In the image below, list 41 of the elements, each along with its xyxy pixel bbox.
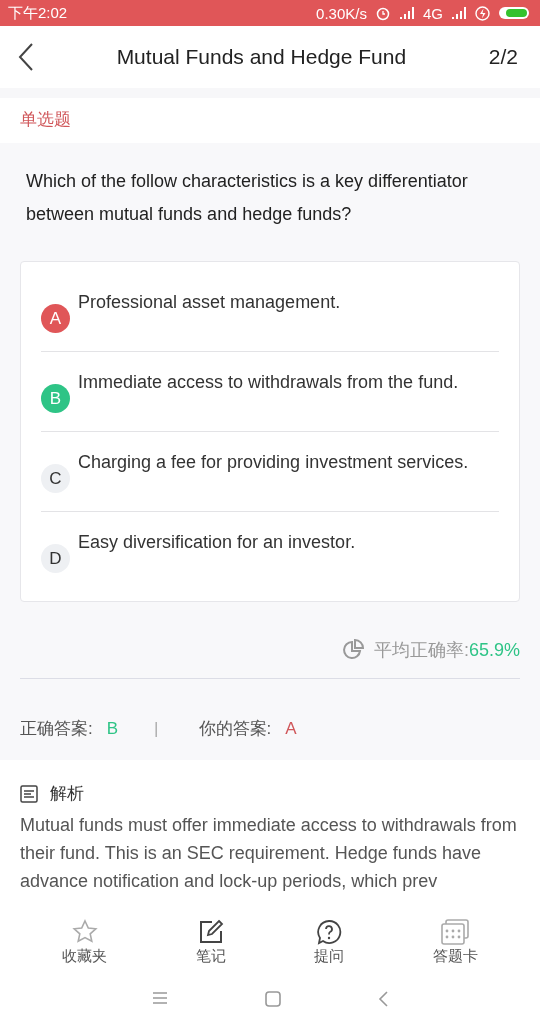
option-text[interactable]: Professional asset management. [78,292,341,313]
your-answer: A [285,718,297,739]
pie-chart-icon [341,639,364,661]
status-time: 下午2:02 [8,3,68,23]
tab-bar-item[interactable]: 提问 [304,919,355,966]
tab-bar-item[interactable]: 收藏夹 [52,919,118,966]
question-type: 单选题 [19,109,72,131]
alarm-icon [375,5,391,21]
accuracy-label: 平均正确率: [373,639,469,662]
signal-icon [399,6,415,20]
accuracy-value: 65.9% [468,639,520,661]
question-counter: 2/2 [488,45,518,69]
tab-bar-item[interactable]: 笔记 [185,919,236,966]
home-icon[interactable] [264,990,282,1008]
star-icon [71,919,98,945]
question-icon [316,919,343,945]
page-title: Mutual Funds and Hedge Fund [115,45,408,69]
card-grid-icon [440,919,471,945]
back-icon[interactable] [18,42,34,72]
tab-bar-item[interactable]: 答题卡 [422,919,488,966]
document-icon [20,784,38,803]
battery-icon [498,5,532,21]
option-letter[interactable]: C [41,464,70,493]
option-text[interactable]: Immediate access to withdrawals from the fund. [78,372,459,393]
option-letter[interactable]: D [41,544,70,573]
correct-answer: B [106,718,119,739]
signal-icon [451,6,467,20]
network-type: 4G [423,4,443,22]
option-letter[interactable]: A [41,304,70,333]
analysis-title: 解析 [50,783,84,805]
option-text[interactable]: Charging a fee for providing investment services. [78,452,469,473]
your-answer-label: 你的答案: [198,718,272,740]
analysis-text: Mutual funds must offer immediate access to withdrawals from their fund. This is an SEC requirement. Hedge funds have advance notification and lock-up periods, which prev [20,814,518,893]
option-text[interactable]: Easy diversification for an investor. [78,532,356,553]
network-speed: 0.30K/s [316,4,367,22]
correct-answer-label: 正确答案: [20,718,93,740]
charging-icon [475,5,490,21]
menu-icon[interactable] [151,990,169,1006]
edit-icon [197,919,224,945]
question-text: Which of the follow characteristics is a key differentiator between mutual funds and hedge funds? [26,170,469,226]
separator: | [154,718,159,739]
